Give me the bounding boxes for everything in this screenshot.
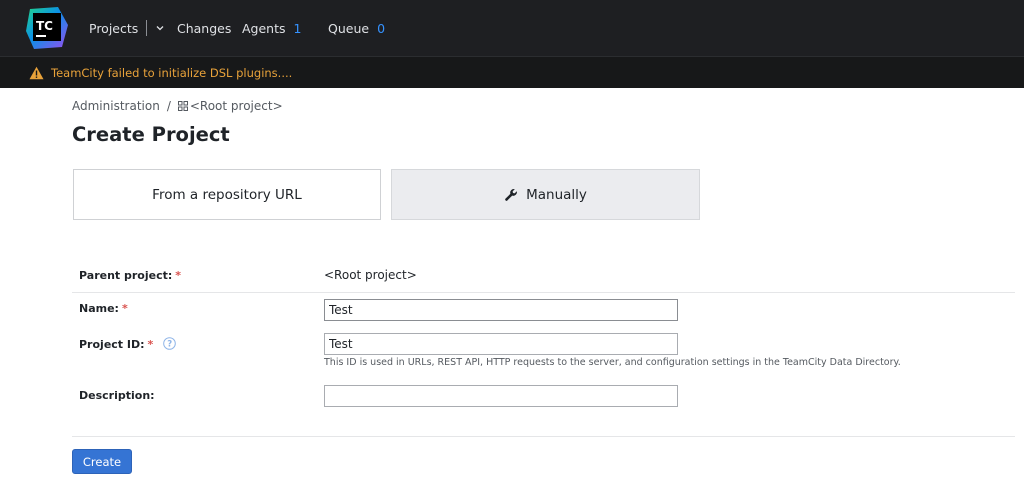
svg-text:TC: TC <box>36 19 53 33</box>
name-input[interactable] <box>324 299 678 321</box>
manually-label: Manually <box>526 186 587 203</box>
from-repository-url-option[interactable]: From a repository URL <box>73 169 381 220</box>
svg-text:?: ? <box>167 340 172 350</box>
breadcrumb: Administration / <Root project> <box>72 99 283 113</box>
nav-agents[interactable]: Agents 1 <box>242 0 301 56</box>
nav-projects-label[interactable]: Projects <box>89 21 138 36</box>
project-id-input[interactable] <box>324 333 678 355</box>
name-label-text: Name: <box>79 302 119 315</box>
teamcity-logo-icon[interactable]: TC <box>24 5 70 51</box>
nav-changes[interactable]: Changes <box>177 0 231 56</box>
agents-count-badge: 1 <box>293 20 302 36</box>
nav-queue-label[interactable]: Queue <box>328 21 369 36</box>
project-id-hint: This ID is used in URLs, REST API, HTTP … <box>324 357 901 368</box>
nav-agents-label[interactable]: Agents <box>242 21 286 36</box>
project-id-label: Project ID: * ? <box>79 337 176 351</box>
warning-message-link[interactable]: TeamCity failed to initialize DSL plugin… <box>51 66 292 80</box>
from-repository-url-label: From a repository URL <box>152 186 302 203</box>
description-label-text: Description: <box>79 389 155 402</box>
description-input[interactable] <box>324 385 678 407</box>
parent-project-value: <Root project> <box>324 268 417 282</box>
parent-project-label-text: Parent project: <box>79 269 173 282</box>
manually-option[interactable]: Manually <box>391 169 700 220</box>
wrench-icon <box>505 188 518 201</box>
top-navigation-bar: TC Projects Changes Agents 1 Queue 0 <box>0 0 1024 56</box>
nav-projects[interactable]: Projects <box>89 0 165 56</box>
required-mark: * <box>147 338 154 351</box>
required-mark: * <box>121 302 128 315</box>
warning-banner: TeamCity failed to initialize DSL plugin… <box>0 56 1024 88</box>
help-icon[interactable]: ? <box>163 337 176 350</box>
breadcrumb-root-project-link[interactable]: <Root project> <box>190 99 283 113</box>
description-label: Description: <box>79 389 155 402</box>
breadcrumb-separator: / <box>166 99 171 113</box>
project-grid-icon <box>177 101 188 111</box>
required-mark: * <box>175 269 182 282</box>
queue-count-badge: 0 <box>377 20 386 36</box>
form-divider <box>72 292 1015 293</box>
chevron-down-icon[interactable] <box>155 23 165 33</box>
parent-project-label: Parent project: * <box>79 269 181 282</box>
name-label: Name: * <box>79 302 128 315</box>
nav-separator <box>146 20 148 36</box>
breadcrumb-administration-link[interactable]: Administration <box>72 99 160 113</box>
create-button[interactable]: Create <box>72 449 132 474</box>
nav-queue[interactable]: Queue 0 <box>328 0 385 56</box>
page-title: Create Project <box>72 123 230 146</box>
project-id-label-text: Project ID: <box>79 338 145 351</box>
form-bottom-divider <box>72 436 1015 437</box>
warning-icon <box>29 66 44 80</box>
nav-changes-label[interactable]: Changes <box>177 21 231 36</box>
